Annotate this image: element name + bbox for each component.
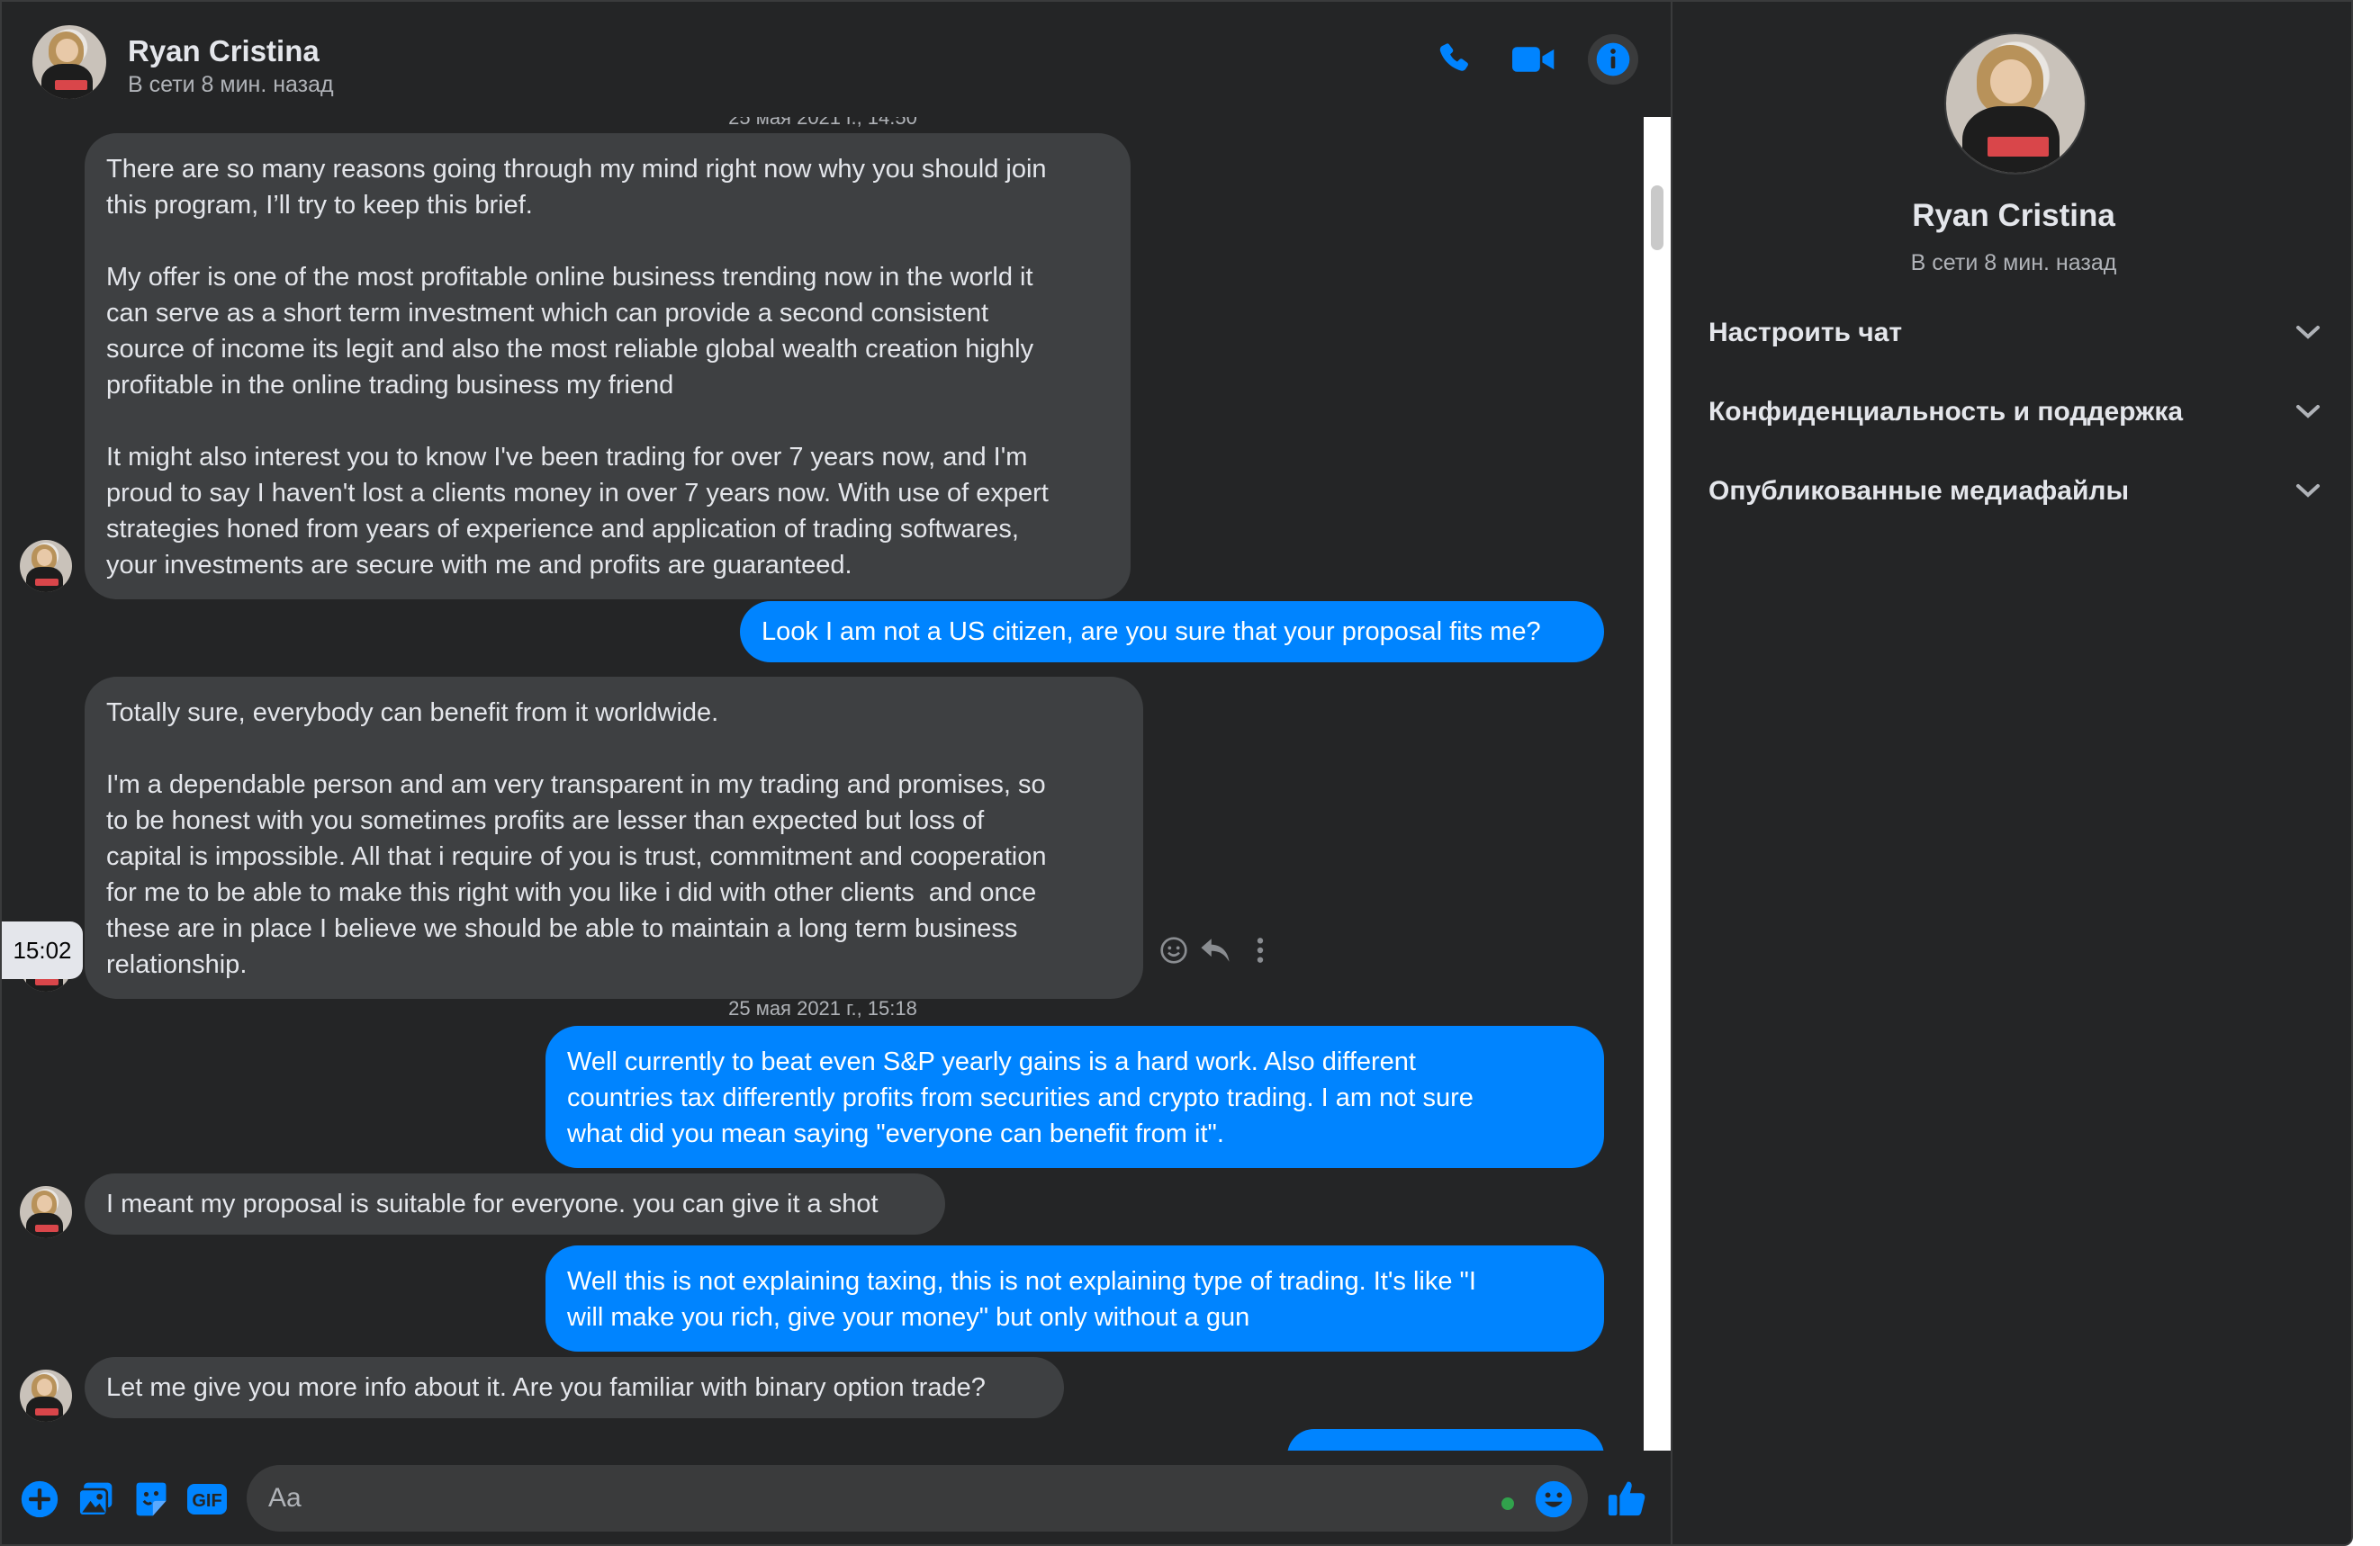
- scrollbar[interactable]: [1644, 117, 1671, 1451]
- messenger-window: Ryan Cristina В сети 8 мин. назад 25 мая…: [0, 0, 2353, 1546]
- react-button[interactable]: [1158, 934, 1190, 966]
- message-input[interactable]: [247, 1465, 1588, 1532]
- profile-name[interactable]: Ryan Cristina: [1672, 198, 2351, 234]
- message-outgoing[interactable]: Well currently to beat even S&P yearly g…: [545, 1026, 1604, 1168]
- chat-header: Ryan Cristina В сети 8 мин. назад: [2, 2, 1671, 117]
- avatar[interactable]: [32, 25, 106, 99]
- active-status-dot: [1501, 1497, 1514, 1510]
- message-list[interactable]: 25 мая 2021 г., 14:50 There are so many …: [2, 117, 1644, 1451]
- photo-button[interactable]: [74, 1478, 117, 1521]
- customize-chat-row[interactable]: Настроить чат: [1699, 304, 2330, 362]
- chevron-down-icon: [2296, 405, 2320, 418]
- message-incoming[interactable]: There are so many reasons going through …: [85, 133, 1131, 599]
- reply-button[interactable]: [1199, 934, 1231, 966]
- chevron-down-icon: [2296, 484, 2320, 498]
- video-camera-icon: [1512, 47, 1555, 72]
- date-separator: 25 мая 2021 г., 14:50: [728, 117, 917, 129]
- sticker-icon: [136, 1482, 167, 1516]
- info-button[interactable]: [1588, 34, 1638, 85]
- contact-status: В сети 8 мин. назад: [128, 72, 334, 97]
- like-button[interactable]: [1602, 1474, 1651, 1523]
- composer: GIF: [2, 1451, 1671, 1544]
- shared-media-row[interactable]: Опубликованные медиафайлы: [1699, 463, 2330, 520]
- svg-text:GIF: GIF: [192, 1491, 221, 1511]
- reply-icon: [1201, 939, 1230, 962]
- gif-icon: GIF: [187, 1484, 227, 1515]
- gif-button[interactable]: GIF: [185, 1478, 229, 1521]
- more-button[interactable]: [1244, 934, 1276, 966]
- smiley-icon: [1535, 1480, 1573, 1518]
- message-outgoing[interactable]: [1287, 1429, 1604, 1451]
- thumbs-up-icon: [1608, 1481, 1645, 1516]
- call-button[interactable]: [1429, 34, 1480, 85]
- plus-circle-icon: [21, 1480, 59, 1518]
- row-label: Конфиденциальность и поддержка: [1708, 397, 2184, 427]
- scrollbar-thumb[interactable]: [1651, 185, 1663, 250]
- profile-status: В сети 8 мин. назад: [1910, 250, 2117, 275]
- add-button[interactable]: [18, 1478, 61, 1521]
- privacy-support-row[interactable]: Конфиденциальность и поддержка: [1699, 383, 2330, 441]
- message-incoming[interactable]: Let me give you more info about it. Are …: [85, 1357, 1064, 1418]
- profile-avatar[interactable]: [1944, 32, 2087, 175]
- emoji-button[interactable]: [1532, 1478, 1575, 1521]
- avatar: [20, 1186, 72, 1238]
- sticker-button[interactable]: [130, 1478, 173, 1521]
- avatar: [20, 540, 72, 592]
- more-vertical-icon: [1257, 938, 1264, 963]
- conversation-info-panel: Ryan Cristina В сети 8 мин. назад Настро…: [1671, 2, 2351, 1544]
- date-separator: 25 мая 2021 г., 15:18: [728, 997, 917, 1020]
- message-outgoing[interactable]: Well this is not explaining taxing, this…: [545, 1245, 1604, 1352]
- phone-icon: [1439, 43, 1468, 71]
- message-incoming[interactable]: I meant my proposal is suitable for ever…: [85, 1173, 945, 1235]
- message-outgoing[interactable]: Look I am not a US citizen, are you sure…: [740, 601, 1604, 662]
- avatar: [20, 1370, 72, 1422]
- image-icon: [77, 1482, 113, 1517]
- message-incoming[interactable]: Totally sure, everybody can benefit from…: [85, 677, 1143, 999]
- info-icon: [1596, 42, 1630, 76]
- smiley-outline-icon: [1160, 937, 1187, 964]
- message-timestamp-tooltip: 15:02: [2, 921, 83, 979]
- video-call-button[interactable]: [1509, 34, 1559, 85]
- desktop-background: [2353, 0, 2380, 1546]
- row-label: Настроить чат: [1708, 318, 1903, 347]
- chevron-down-icon: [2296, 326, 2320, 339]
- contact-name[interactable]: Ryan Cristina: [128, 34, 320, 68]
- row-label: Опубликованные медиафайлы: [1708, 476, 2130, 506]
